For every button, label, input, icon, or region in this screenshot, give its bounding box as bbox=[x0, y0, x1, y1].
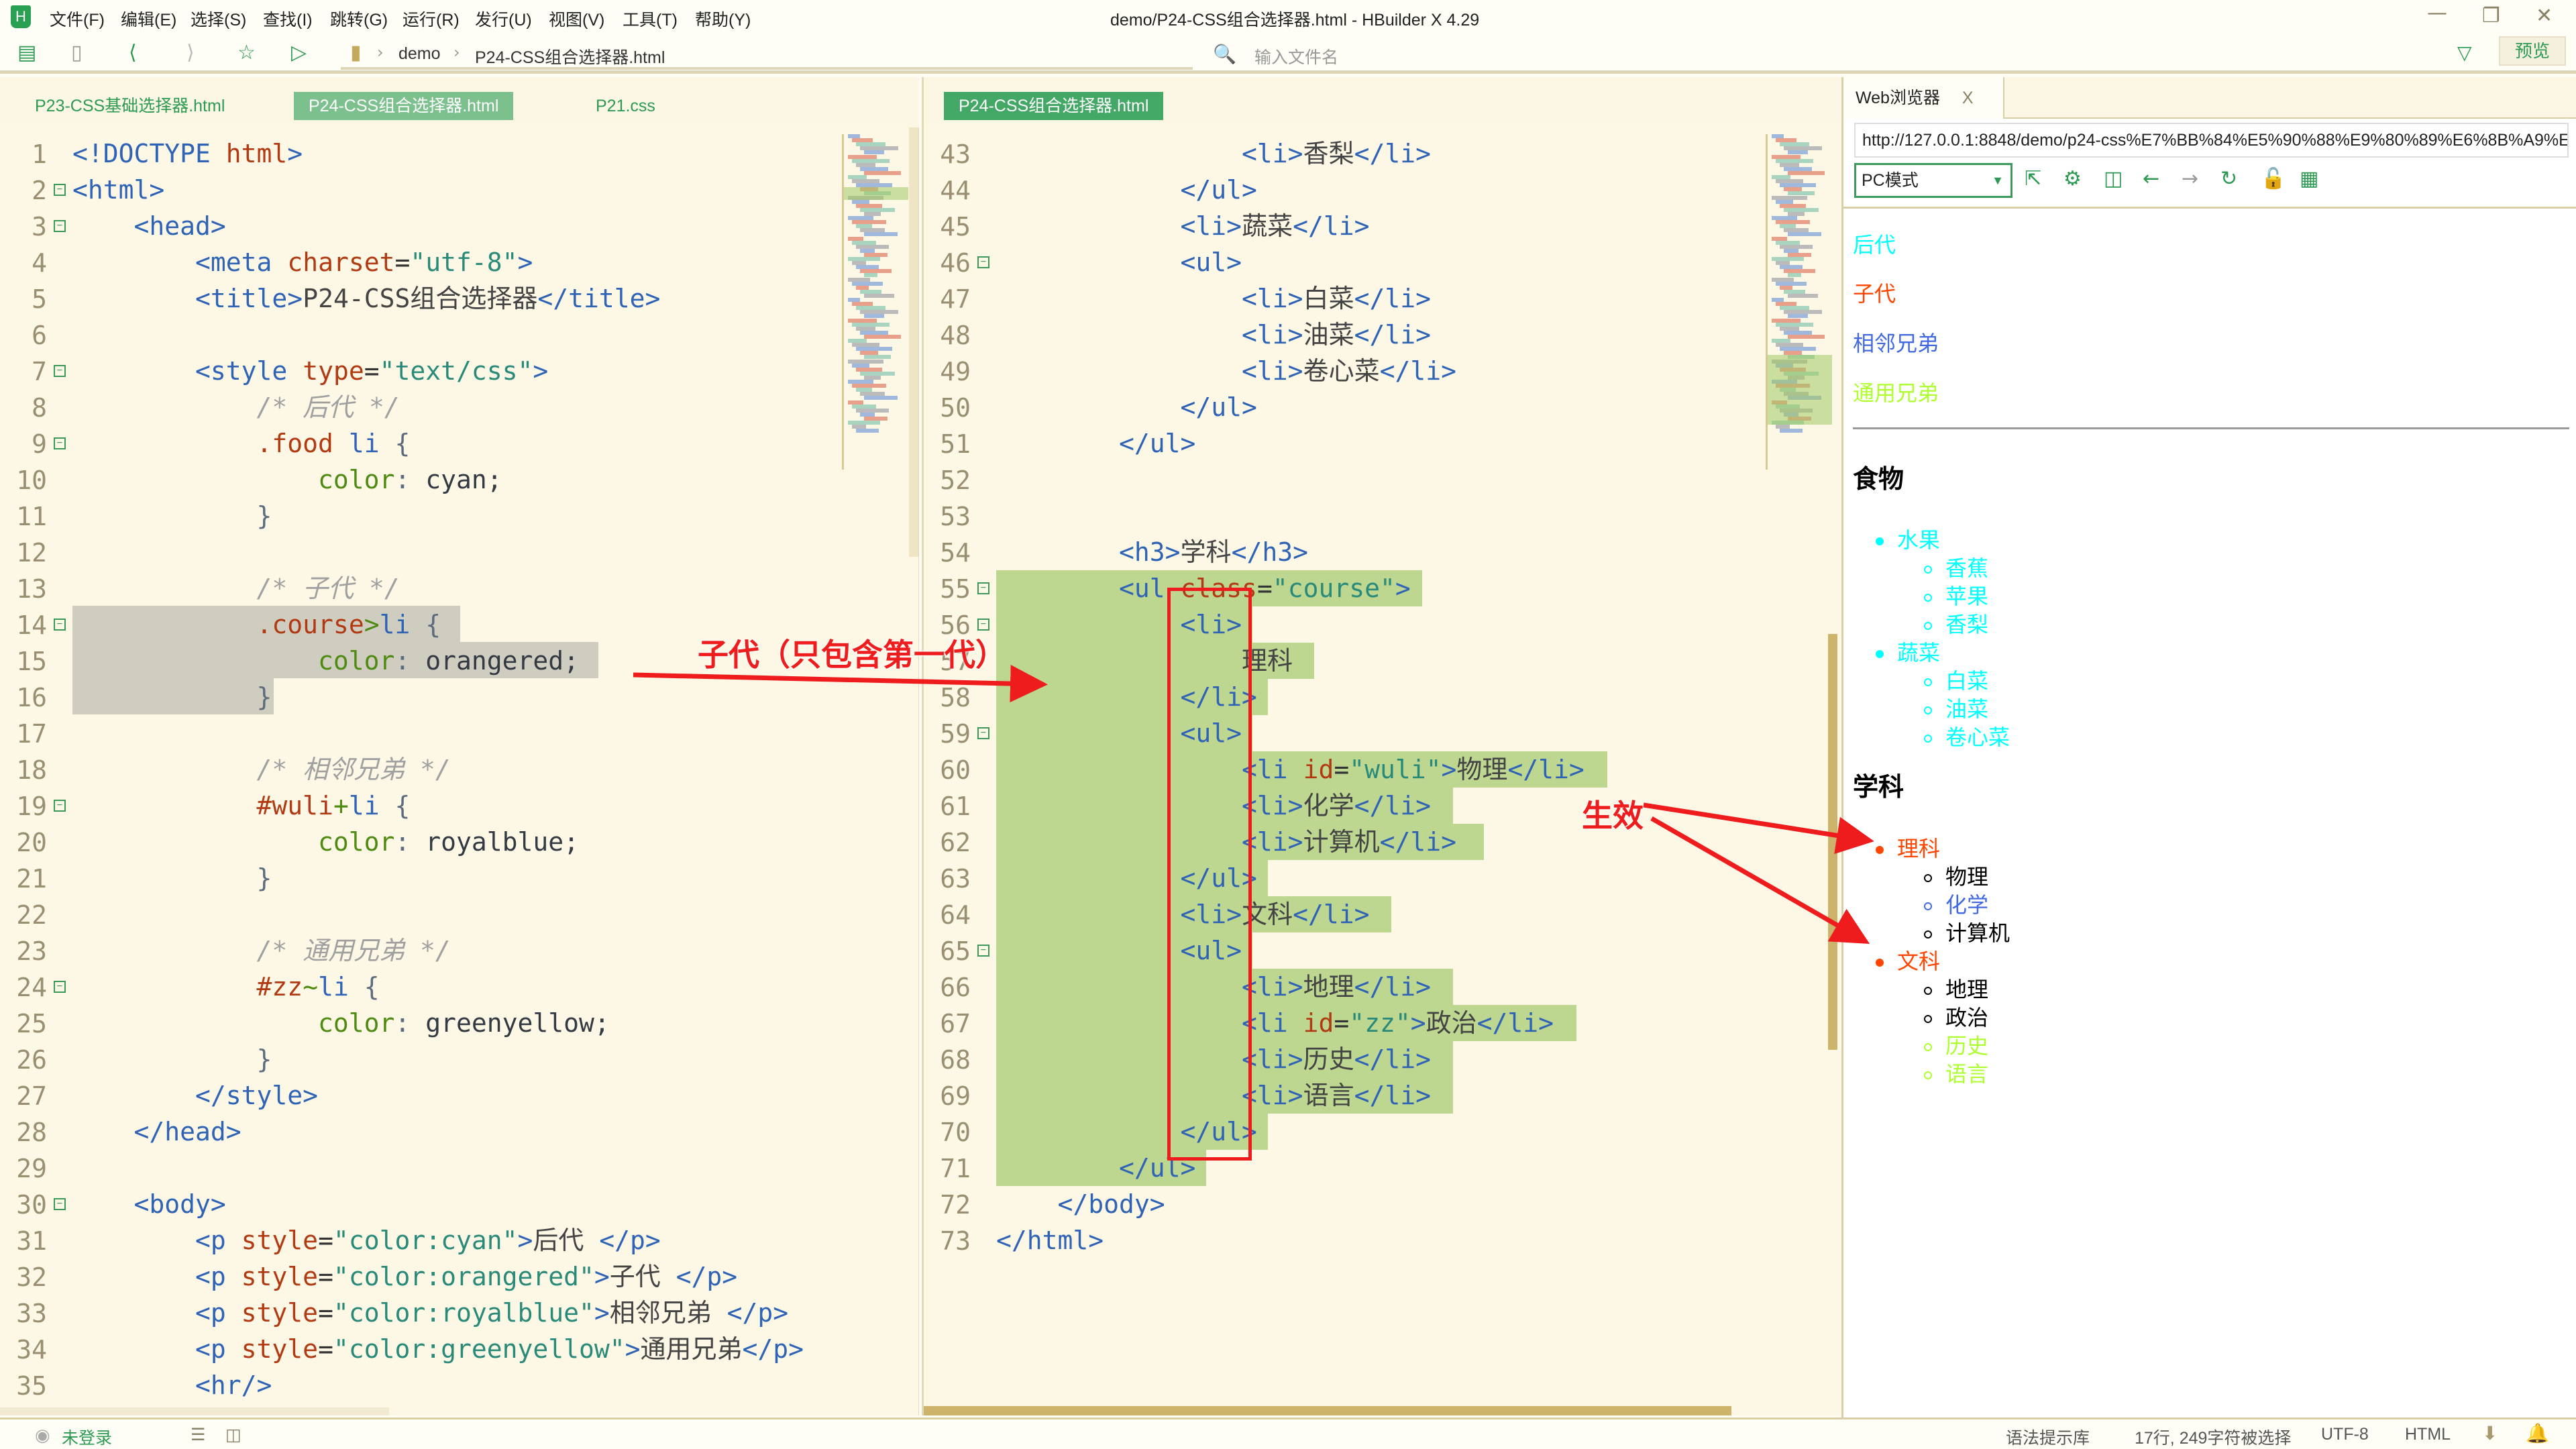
user-avatar-icon: ◉ bbox=[35, 1425, 50, 1445]
terminal-icon[interactable]: ◫ bbox=[225, 1425, 241, 1445]
syntax-library[interactable]: 语法提示库 bbox=[2006, 1425, 2090, 1449]
encoding[interactable]: UTF-8 bbox=[2321, 1425, 2369, 1444]
outline-icon[interactable]: ☰ bbox=[191, 1425, 205, 1445]
notification-bell-icon[interactable]: 🔔 bbox=[2526, 1422, 2549, 1444]
download-icon[interactable]: ⬇ bbox=[2482, 1422, 2498, 1444]
language-mode[interactable]: HTML bbox=[2405, 1425, 2451, 1444]
login-status[interactable]: 未登录 bbox=[62, 1425, 112, 1449]
selection-info: 17行, 249字符被选择 bbox=[2135, 1429, 2292, 1448]
arrow-to-child-code bbox=[633, 665, 1048, 703]
annotation-arrows bbox=[633, 665, 1874, 944]
status-bar: ◉ 未登录 ☰ ◫ 语法提示库 17行, 249字符被选择 UTF-8 HTML… bbox=[0, 1417, 2576, 1449]
